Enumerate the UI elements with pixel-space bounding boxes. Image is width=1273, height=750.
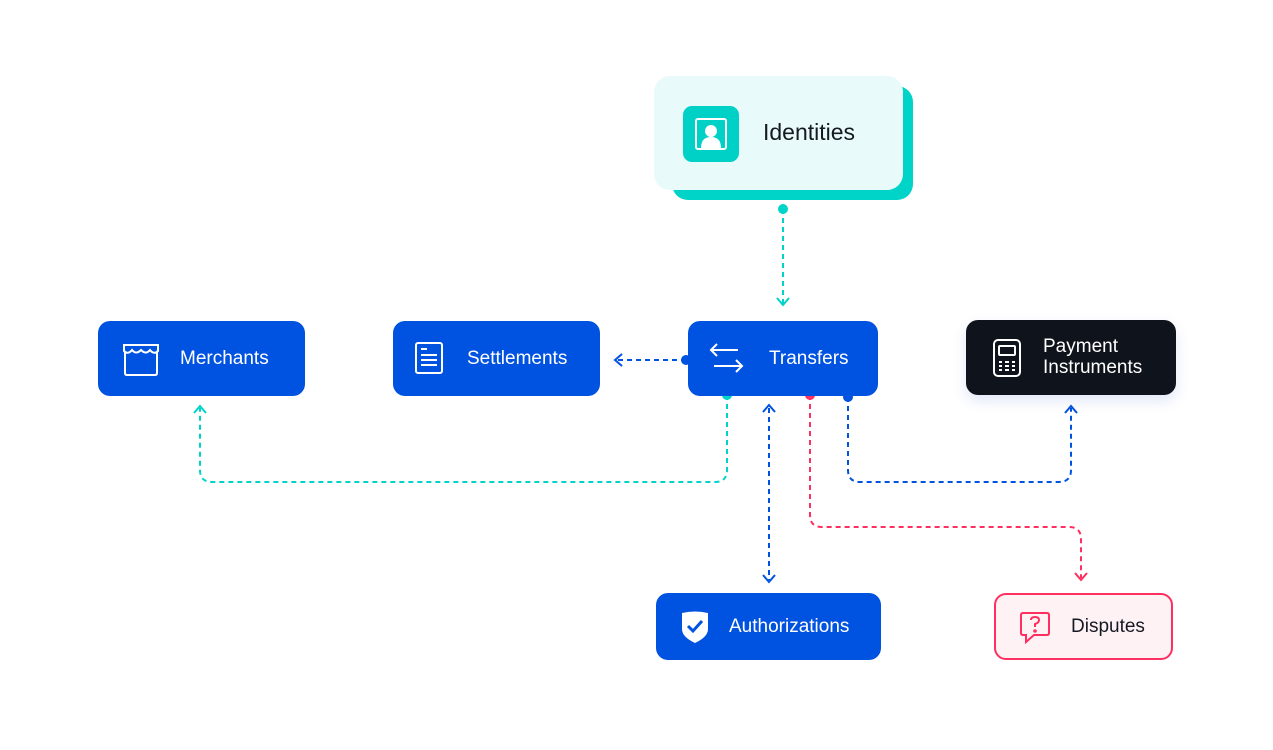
settlements-label: Settlements — [467, 348, 568, 369]
payment-instruments-node[interactable]: Payment Instruments — [966, 320, 1176, 395]
connector-identities-transfers — [776, 204, 790, 307]
identities-label: Identities — [763, 119, 856, 145]
shield-check-icon — [680, 609, 710, 644]
transfers-node[interactable]: Transfers — [688, 321, 878, 396]
authorizations-label: Authorizations — [729, 616, 850, 637]
question-bubble-icon — [1018, 611, 1052, 645]
settlements-node[interactable]: Settlements — [393, 321, 600, 396]
disputes-label: Disputes — [1071, 616, 1145, 637]
card-terminal-icon — [992, 338, 1022, 378]
authorizations-node[interactable]: Authorizations — [656, 593, 881, 660]
storefront-icon — [122, 341, 160, 377]
payment-instruments-label: Payment Instruments — [1043, 336, 1142, 378]
disputes-node[interactable]: Disputes — [994, 593, 1173, 660]
merchants-label: Merchants — [180, 348, 269, 369]
merchants-node[interactable]: Merchants — [98, 321, 305, 396]
document-icon — [414, 341, 444, 375]
identities-node[interactable]: Identities — [654, 76, 903, 190]
payment-instruments-label-line1: Payment — [1043, 336, 1118, 357]
connector-transfers-payment-instruments — [843, 392, 1078, 483]
connector-transfers-settlements — [613, 353, 691, 367]
arrows-exchange-icon — [708, 343, 746, 373]
connector-transfers-merchants — [193, 390, 732, 483]
transfers-label: Transfers — [769, 348, 849, 369]
connector-transfers-authorizations — [762, 403, 776, 584]
payment-instruments-label-line2: Instruments — [1043, 357, 1143, 378]
user-id-icon — [683, 106, 739, 162]
